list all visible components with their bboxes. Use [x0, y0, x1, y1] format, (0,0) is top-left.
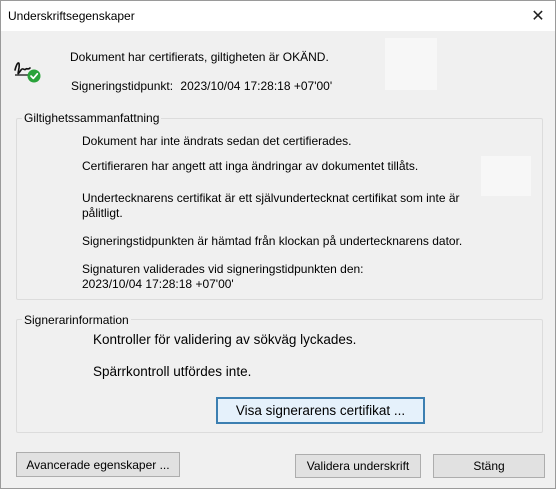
title-bar: Underskriftsegenskaper ✕ [1, 1, 555, 31]
signer-info-line: Kontroller för validering av sökväg lyck… [93, 332, 357, 347]
signature-valid-icon [14, 62, 41, 83]
close-button[interactable]: Stäng [433, 454, 545, 478]
signer-info-line: Spärrkontroll utfördes inte. [93, 364, 252, 379]
certification-status-text: Dokument har certifierats, giltigheten ä… [70, 50, 329, 64]
advanced-properties-button[interactable]: Avancerade egenskaper ... [16, 452, 180, 477]
close-icon[interactable]: ✕ [521, 1, 555, 31]
signing-time-label: Signeringstidpunkt: [71, 79, 174, 93]
window-title: Underskriftsegenskaper [8, 9, 135, 23]
validity-line: Signeringstidpunkten är hämtad från kloc… [82, 234, 463, 248]
validity-line: Signaturen validerades vid signeringstid… [82, 262, 364, 276]
signature-properties-dialog: Underskriftsegenskaper ✕ Dokument har ce… [0, 0, 556, 489]
validity-line: Undertecknarens certifikat är ett självu… [82, 191, 460, 220]
show-signer-certificate-button[interactable]: Visa signerarens certifikat ... [216, 397, 425, 424]
faint-panel-top [385, 38, 437, 90]
validation-time-value: 2023/10/04 17:28:18 +07'00' [82, 277, 234, 291]
validate-signature-button[interactable]: Validera underskrift [295, 454, 421, 478]
signer-info-label: Signerarinformation [22, 313, 131, 327]
signing-time-value: 2023/10/04 17:28:18 +07'00' [180, 79, 333, 93]
validity-line: Dokument har inte ändrats sedan det cert… [82, 134, 352, 148]
validity-summary-label: Giltighetssammanfattning [22, 111, 162, 125]
validity-line: Certifieraren har angett att inga ändrin… [82, 159, 419, 173]
signing-time: Signeringstidpunkt: 2023/10/04 17:28:18 … [71, 79, 332, 93]
